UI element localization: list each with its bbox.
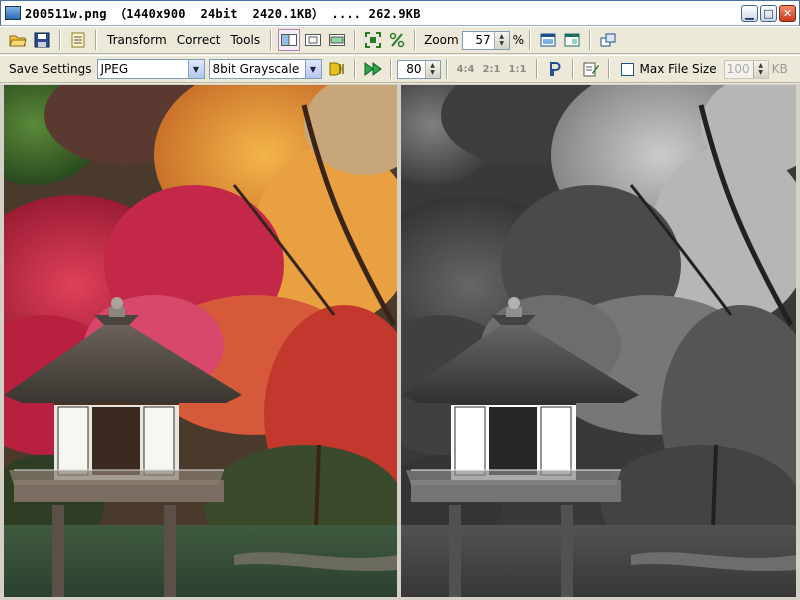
subsampling-444-button[interactable]: 4:4 — [454, 58, 478, 80]
zoom-value: 57 — [475, 33, 491, 47]
list-icon[interactable] — [67, 29, 89, 51]
window-b-icon[interactable] — [561, 29, 583, 51]
edit-notes-icon[interactable] — [580, 58, 602, 80]
toolbar-separator — [529, 30, 532, 50]
max-file-size-spinner[interactable]: ▲ ▼ — [752, 60, 768, 78]
save-settings-label: Save Settings — [9, 62, 92, 76]
zoom-input[interactable]: 57 ▲ ▼ — [461, 30, 510, 50]
toolbar-separator — [95, 30, 97, 50]
preview-image-pane[interactable] — [401, 85, 796, 597]
window-c-icon[interactable] — [597, 29, 619, 51]
save-settings-bar: Save Settings JPEG ▼ 8bit Grayscale ▼ 80… — [0, 55, 800, 83]
image-compare-area — [0, 84, 800, 600]
toolbar-separator — [445, 59, 448, 79]
toolbar-separator — [571, 59, 574, 79]
main-toolbar: Transform Correct Tools Zoom 57 ▲ ▼ % — [0, 26, 800, 54]
max-file-size-input[interactable]: 100 ▲ ▼ — [723, 59, 769, 79]
max-file-size-value: 100 — [726, 62, 750, 76]
close-button[interactable]: ✕ — [779, 5, 796, 22]
save-icon[interactable] — [31, 29, 53, 51]
subsampling-111-button[interactable]: 1:1 — [506, 58, 530, 80]
progressive-icon[interactable] — [544, 58, 566, 80]
title-bar: 200511w.png （1440x900 24bit 2420.1KB） ..… — [0, 0, 800, 26]
minimize-button[interactable]: ▁ — [741, 5, 758, 22]
color-mode-value: 8bit Grayscale — [212, 62, 300, 76]
window-title: 200511w.png （1440x900 24bit 2420.1KB） ..… — [25, 6, 421, 21]
quality-value: 80 — [406, 62, 422, 76]
open-folder-icon[interactable] — [7, 29, 29, 51]
toolbar-separator — [589, 30, 592, 50]
zoom-spinner[interactable]: ▲ ▼ — [493, 31, 509, 49]
quality-input[interactable]: 80 ▲ ▼ — [396, 59, 441, 79]
toolbar-separator — [414, 30, 417, 50]
color-mode-select[interactable]: 8bit Grayscale ▼ — [208, 59, 322, 79]
split-view-icon[interactable] — [278, 29, 301, 51]
resize-options-icon[interactable] — [326, 58, 348, 80]
window-a-icon[interactable] — [537, 29, 559, 51]
fast-forward-icon[interactable] — [362, 58, 384, 80]
maximize-button[interactable]: □ — [760, 5, 777, 22]
quality-spinner[interactable]: ▲ ▼ — [424, 60, 440, 78]
format-value: JPEG — [100, 62, 129, 76]
percent-icon[interactable] — [386, 29, 408, 51]
photo-grayscale-preview — [401, 85, 796, 597]
fit-icon[interactable] — [362, 29, 384, 51]
toolbar-separator — [389, 59, 392, 79]
app-icon — [5, 6, 21, 20]
toolbar-separator — [607, 59, 610, 79]
chevron-down-icon: ▼ — [187, 60, 204, 78]
format-select[interactable]: JPEG ▼ — [96, 59, 205, 79]
side-view-icon[interactable] — [326, 29, 348, 51]
single-view-icon[interactable] — [302, 29, 324, 51]
photo-original — [4, 85, 397, 597]
max-file-size-label: Max File Size — [639, 62, 717, 76]
zoom-unit: % — [512, 33, 525, 47]
original-image-pane[interactable] — [4, 85, 397, 597]
toolbar-separator — [354, 30, 357, 50]
zoom-label: Zoom — [424, 33, 459, 47]
subsampling-211-button[interactable]: 2:1 — [480, 58, 504, 80]
chevron-down-icon: ▼ — [304, 60, 321, 78]
toolbar-separator — [353, 59, 356, 79]
toolbar-separator — [535, 59, 538, 79]
max-file-size-unit: KB — [771, 62, 788, 76]
toolbar-separator — [270, 30, 273, 50]
toolbar-separator — [59, 30, 61, 50]
menu-correct[interactable]: Correct — [172, 33, 226, 47]
menu-transform[interactable]: Transform — [102, 33, 172, 47]
menu-tools[interactable]: Tools — [226, 33, 266, 47]
max-file-size-checkbox[interactable] — [620, 62, 634, 76]
